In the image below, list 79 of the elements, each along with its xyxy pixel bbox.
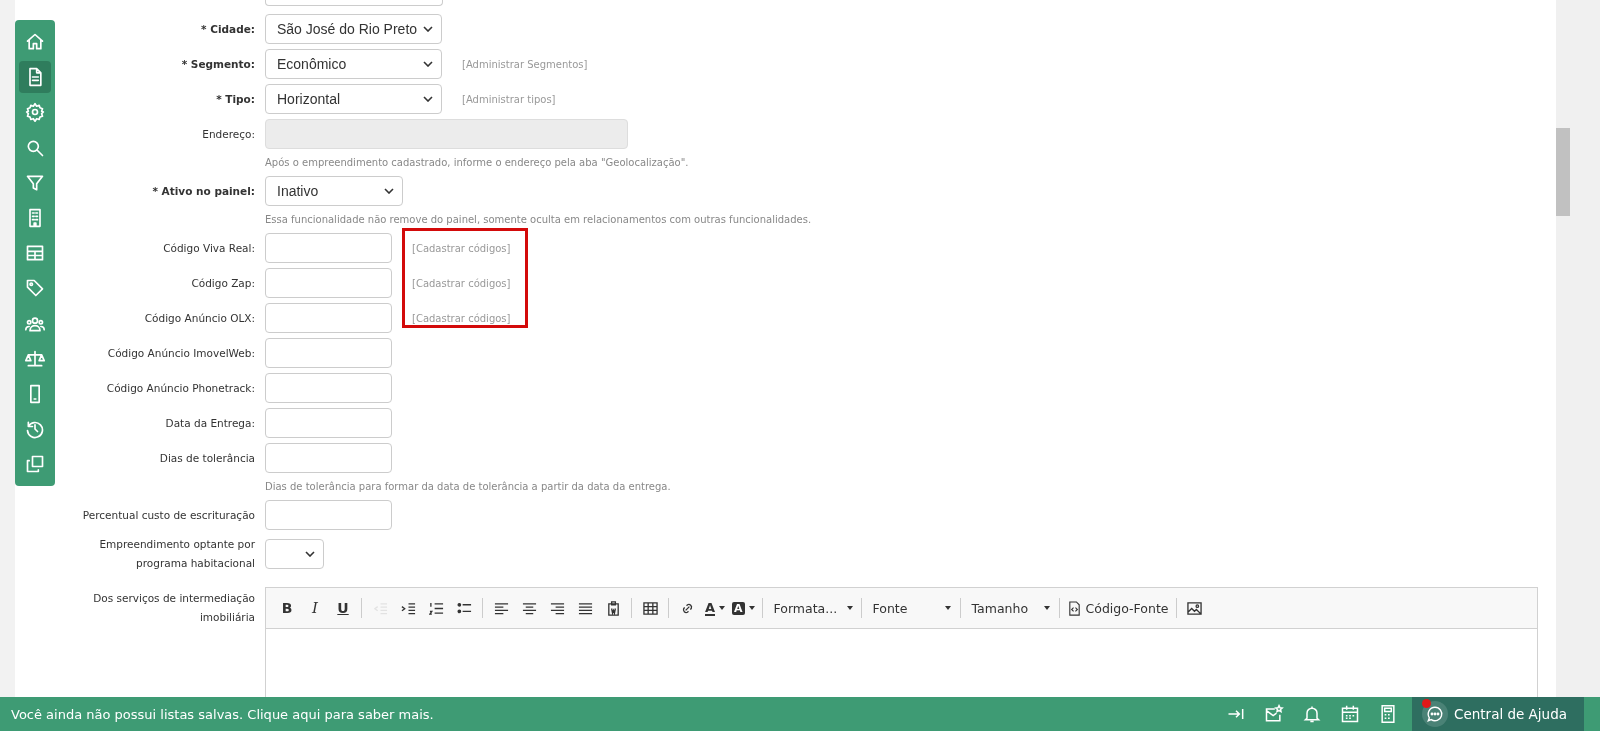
tag-icon bbox=[25, 278, 45, 299]
home-icon bbox=[25, 32, 45, 52]
field-label: Código Zap: bbox=[190, 275, 255, 291]
history-icon bbox=[25, 419, 45, 440]
input-field[interactable] bbox=[265, 408, 392, 438]
text-color-button[interactable]: A bbox=[702, 595, 728, 621]
select-field[interactable] bbox=[265, 539, 324, 569]
input-field[interactable] bbox=[265, 303, 392, 333]
chevron-down-icon bbox=[423, 61, 433, 67]
chevron-down-icon bbox=[423, 26, 433, 32]
copy-icon bbox=[25, 454, 45, 475]
image-icon bbox=[1187, 600, 1203, 616]
select-field[interactable]: Econômico bbox=[265, 49, 442, 79]
input-field[interactable] bbox=[265, 500, 392, 530]
scrollbar[interactable] bbox=[1556, 0, 1600, 697]
hint-text: Após o empreendimento cadastrado, informe o endereço pela aba "Geolocalização". bbox=[265, 157, 689, 168]
hint-text: Dias de tolerância para formar da data de tolerância a partir da data da entrega. bbox=[265, 481, 671, 492]
caret-icon bbox=[944, 606, 951, 610]
field-label: Código Anúncio OLX: bbox=[143, 310, 255, 326]
caret-icon bbox=[719, 606, 726, 610]
numbered-list-icon bbox=[428, 600, 444, 616]
bell-icon[interactable] bbox=[1302, 704, 1322, 724]
dropdown-button[interactable]: Tamanho bbox=[965, 595, 1054, 621]
help-center-button[interactable]: Central de Ajuda bbox=[1412, 697, 1584, 731]
select-field[interactable] bbox=[265, 0, 443, 6]
field-label: Código Viva Real: bbox=[162, 240, 255, 256]
select-field[interactable]: Horizontal bbox=[265, 84, 442, 114]
input-field[interactable] bbox=[265, 268, 392, 298]
code-file-icon bbox=[1066, 600, 1082, 616]
underline-button[interactable]: U bbox=[330, 595, 356, 621]
hint-text: Essa funcionalidade não remove do painel, somente oculta em relacionamentos com outras funcionalidades. bbox=[265, 214, 812, 225]
input-field[interactable] bbox=[265, 338, 392, 368]
rich-text-editor[interactable]: B I U A A Formata... Fonte Tamanho Código-Fonte bbox=[265, 587, 1538, 697]
field-label: Empreendimento optante por programa habitacional bbox=[98, 537, 255, 571]
gear-icon bbox=[25, 102, 45, 123]
scale-icon bbox=[25, 348, 45, 369]
field-label: Dias de tolerância bbox=[158, 450, 255, 466]
input-field[interactable] bbox=[265, 373, 392, 403]
caret-icon bbox=[748, 606, 755, 610]
caret-icon bbox=[847, 606, 854, 610]
dropdown-button[interactable]: Formata... bbox=[767, 595, 856, 621]
chevron-down-icon bbox=[384, 188, 394, 194]
calculator-icon[interactable] bbox=[1378, 704, 1398, 724]
paste-word-icon bbox=[605, 600, 621, 616]
bold-button[interactable]: B bbox=[274, 595, 300, 621]
caret-icon bbox=[1043, 606, 1050, 610]
table-icon bbox=[642, 600, 658, 616]
bulleted-list-icon bbox=[456, 600, 472, 616]
dropdown-button[interactable]: Fonte bbox=[866, 595, 955, 621]
field-label: * Tipo: bbox=[215, 91, 255, 107]
field-label: Percentual custo de escrituração bbox=[81, 507, 255, 523]
table-icon bbox=[25, 243, 45, 264]
chevron-down-icon bbox=[305, 551, 315, 557]
justify-icon bbox=[577, 600, 593, 616]
field-label: Código Anúncio Phonetrack: bbox=[105, 380, 255, 396]
select-field[interactable]: São José do Rio Preto bbox=[265, 14, 442, 44]
align-left-icon bbox=[493, 600, 509, 616]
scrollbar-thumb[interactable] bbox=[1556, 128, 1570, 216]
mail-star-icon[interactable] bbox=[1264, 704, 1284, 724]
align-center-icon bbox=[521, 600, 537, 616]
sidebar-document-button[interactable] bbox=[19, 61, 51, 94]
field-label: Endereço: bbox=[201, 126, 255, 142]
field-label: Código Anúncio ImovelWeb: bbox=[106, 345, 255, 361]
field-label: * Segmento: bbox=[180, 56, 255, 72]
field-label: Dos serviços de intermediação imobiliária bbox=[92, 591, 255, 625]
chat-bubble-icon bbox=[1422, 701, 1448, 727]
chevron-down-icon bbox=[423, 96, 433, 102]
italic-button[interactable]: I bbox=[302, 595, 328, 621]
field-label: * Cidade: bbox=[200, 21, 255, 37]
indent-icon bbox=[400, 600, 416, 616]
calendar-icon[interactable] bbox=[1340, 704, 1360, 724]
field-label: Data da Entrega: bbox=[164, 415, 255, 431]
select-field[interactable]: Inativo bbox=[265, 176, 403, 206]
input-field[interactable] bbox=[265, 233, 392, 263]
field-label: * Ativo no painel: bbox=[151, 183, 255, 199]
source-button[interactable]: Código-Fonte bbox=[1064, 595, 1171, 621]
input-field[interactable] bbox=[265, 443, 392, 473]
align-right-icon bbox=[549, 600, 565, 616]
background-color-button[interactable]: A bbox=[730, 595, 757, 621]
